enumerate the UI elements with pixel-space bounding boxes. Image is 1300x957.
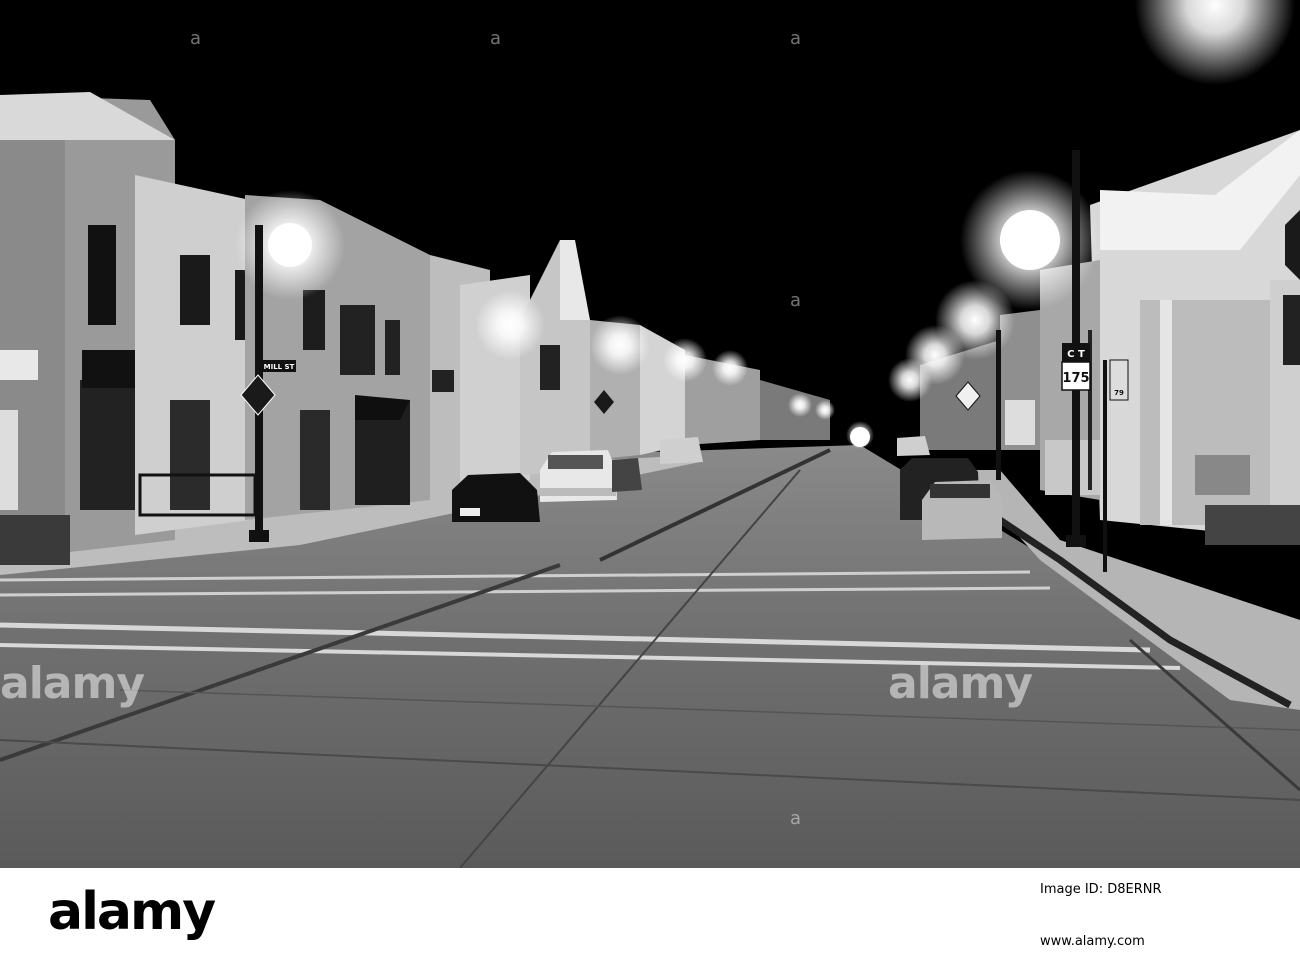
watermark-a-4: a — [790, 290, 801, 311]
parked-suv-white — [540, 450, 617, 502]
sign-pole — [1103, 360, 1107, 572]
street-scene: MILL ST C T 175 79 — [0, 0, 1300, 868]
image-id-label: Image ID: D8ERNR — [1040, 882, 1162, 897]
street-night-photo: MILL ST C T 175 79 alamy alamy a a a a a — [0, 0, 1300, 868]
parked-car-dark — [452, 473, 540, 522]
watermark-a-3: a — [790, 28, 801, 49]
alamy-watermark-right: alamy — [888, 658, 1033, 709]
alamy-url[interactable]: www.alamy.com — [1040, 934, 1145, 949]
route-number-text: 175 — [1062, 371, 1089, 386]
watermark-a-2: a — [490, 28, 501, 49]
watermark-a-5: a — [790, 808, 801, 829]
bus-sign-number: 79 — [1114, 389, 1124, 397]
street-name-text: MILL ST — [264, 363, 295, 371]
parked-sedan-light — [922, 480, 1002, 540]
alamy-logo[interactable]: alamy — [48, 882, 216, 942]
watermark-a-1: a — [190, 28, 201, 49]
alamy-watermark-left: alamy — [0, 658, 145, 709]
route-top-text: C T — [1067, 349, 1085, 360]
